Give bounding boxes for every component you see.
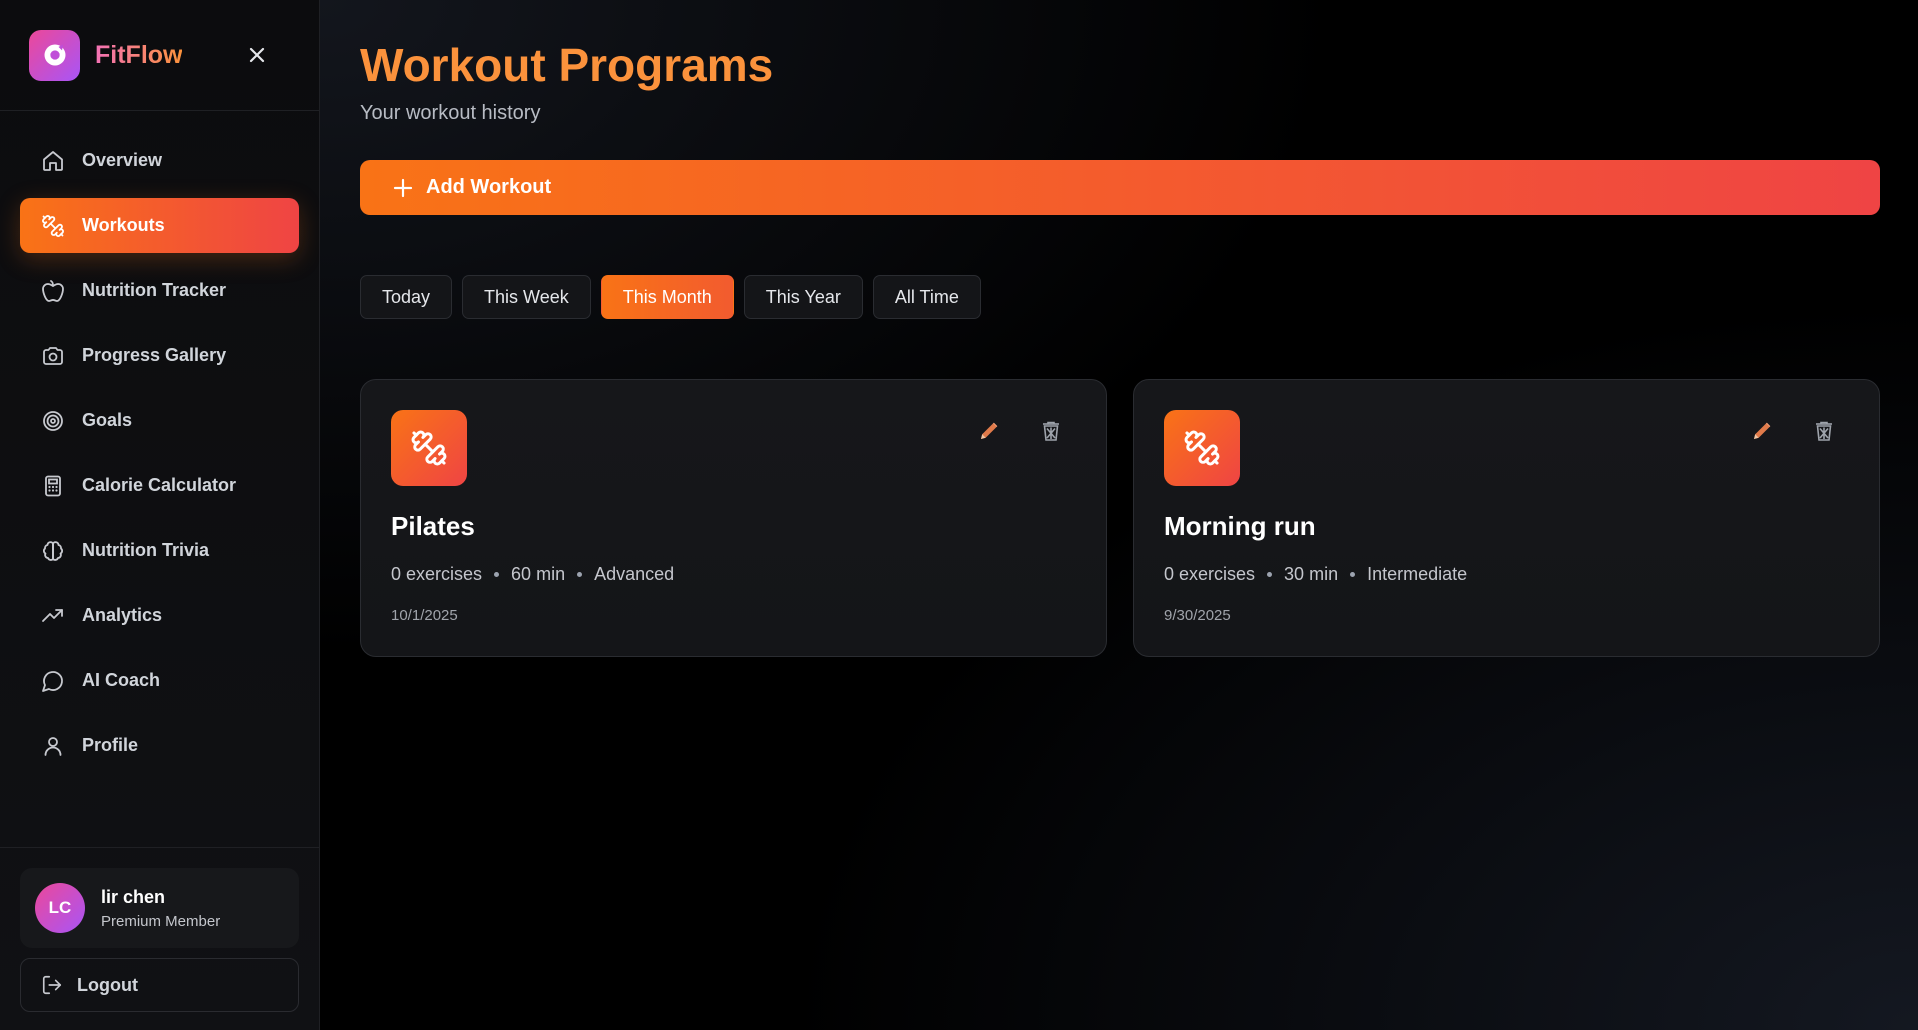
- workout-card[interactable]: Morning run 0 exercises 30 min Intermedi…: [1133, 379, 1880, 657]
- separator-dot: [494, 572, 500, 577]
- app-root: FitFlow Overview Workouts Nutrition Trac…: [0, 0, 1918, 1030]
- logout-button[interactable]: Logout: [20, 958, 299, 1012]
- plus-icon: [392, 177, 414, 199]
- sidebar-item-overview[interactable]: Overview: [20, 133, 299, 188]
- sidebar-item-label: Overview: [82, 150, 163, 170]
- brain-icon: [40, 538, 66, 564]
- apple-icon: [40, 278, 66, 304]
- workout-list: Pilates 0 exercises 60 min Advanced 10/1…: [360, 379, 1880, 657]
- pencil-icon[interactable]: [1747, 416, 1777, 446]
- sidebar-item-label: Workouts: [82, 215, 165, 235]
- workout-meta: 0 exercises 60 min Advanced: [391, 564, 1076, 585]
- sidebar-item-label: Analytics: [82, 605, 163, 625]
- user-role: Premium Member: [101, 912, 221, 930]
- sidebar-item-label: Nutrition Trivia: [82, 540, 210, 560]
- card-actions: [974, 416, 1066, 446]
- filter-this-month[interactable]: This Month: [600, 275, 734, 319]
- logout-label: Logout: [77, 974, 138, 995]
- add-workout-label: Add Workout: [426, 176, 552, 198]
- user-info: lir chen Premium Member: [101, 887, 220, 930]
- workout-level: Advanced: [594, 564, 675, 584]
- dumbbell-icon: [40, 213, 66, 239]
- page-title: Workout Programs: [360, 39, 774, 91]
- filter-this-week[interactable]: This Week: [462, 275, 591, 319]
- brand-header: FitFlow: [0, 0, 319, 111]
- workout-level: Intermediate: [1367, 564, 1468, 584]
- chat-bubble-icon: [40, 668, 66, 694]
- sidebar-item-progress-gallery[interactable]: Progress Gallery: [20, 328, 299, 383]
- user-icon: [40, 733, 66, 759]
- time-filter-tabs: Today This Week This Month This Year All…: [360, 275, 1880, 319]
- separator-dot: [1350, 572, 1356, 577]
- workout-date: 10/1/2025: [391, 607, 458, 624]
- sidebar-footer: LC lir chen Premium Member Logout: [0, 847, 319, 1030]
- user-card[interactable]: LC lir chen Premium Member: [20, 868, 299, 948]
- workout-meta: 0 exercises 30 min Intermediate: [1164, 564, 1849, 585]
- workout-exercises: 0 exercises: [391, 564, 483, 584]
- filter-all-time[interactable]: All Time: [872, 275, 981, 319]
- workout-duration: 30 min: [1284, 564, 1339, 584]
- logout-icon: [41, 974, 63, 996]
- sidebar-item-label: Goals: [82, 410, 133, 430]
- dumbbell-icon: [391, 410, 467, 486]
- pencil-icon[interactable]: [974, 416, 1004, 446]
- sidebar-item-nutrition-trivia[interactable]: Nutrition Trivia: [20, 523, 299, 578]
- sidebar-item-label: Nutrition Tracker: [82, 280, 227, 300]
- separator-dot: [577, 572, 583, 577]
- filter-today[interactable]: Today: [360, 275, 453, 319]
- workout-name: Morning run: [1164, 511, 1316, 541]
- sidebar-item-nutrition-tracker[interactable]: Nutrition Tracker: [20, 263, 299, 318]
- calculator-icon: [40, 473, 66, 499]
- logo-icon: [29, 29, 80, 81]
- sidebar-item-profile[interactable]: Profile: [20, 718, 299, 773]
- sidebar: FitFlow Overview Workouts Nutrition Trac…: [0, 0, 320, 1030]
- workout-date: 9/30/2025: [1164, 607, 1231, 624]
- trash-icon[interactable]: [1036, 416, 1066, 446]
- page-subtitle: Your workout history: [360, 102, 541, 124]
- sidebar-item-ai-coach[interactable]: AI Coach: [20, 653, 299, 708]
- trash-icon[interactable]: [1809, 416, 1839, 446]
- brand-name: FitFlow: [95, 40, 183, 69]
- sidebar-item-label: Calorie Calculator: [82, 475, 237, 495]
- workout-duration: 60 min: [511, 564, 566, 584]
- avatar: LC: [35, 883, 85, 933]
- filter-this-year[interactable]: This Year: [743, 275, 863, 319]
- sidebar-item-label: Progress Gallery: [82, 345, 227, 365]
- workout-card[interactable]: Pilates 0 exercises 60 min Advanced 10/1…: [360, 379, 1107, 657]
- main-content: Workout Programs Your workout history Ad…: [320, 0, 1918, 1030]
- trending-up-icon: [40, 603, 66, 629]
- sidebar-nav: Overview Workouts Nutrition Tracker Prog…: [0, 111, 319, 773]
- sidebar-item-workouts[interactable]: Workouts: [20, 198, 299, 253]
- dumbbell-icon: [1164, 410, 1240, 486]
- workout-exercises: 0 exercises: [1164, 564, 1256, 584]
- sidebar-item-analytics[interactable]: Analytics: [20, 588, 299, 643]
- sidebar-item-goals[interactable]: Goals: [20, 393, 299, 448]
- sidebar-item-calorie-calculator[interactable]: Calorie Calculator: [20, 458, 299, 513]
- camera-icon: [40, 343, 66, 369]
- sidebar-item-label: AI Coach: [82, 670, 161, 690]
- user-name: lir chen: [101, 886, 166, 907]
- card-actions: [1747, 416, 1839, 446]
- sidebar-item-label: Profile: [82, 735, 139, 755]
- close-icon[interactable]: [242, 40, 272, 70]
- separator-dot: [1267, 572, 1273, 577]
- target-icon: [40, 408, 66, 434]
- home-icon: [40, 148, 66, 174]
- add-workout-button[interactable]: Add Workout: [360, 160, 1880, 215]
- workout-name: Pilates: [391, 511, 475, 541]
